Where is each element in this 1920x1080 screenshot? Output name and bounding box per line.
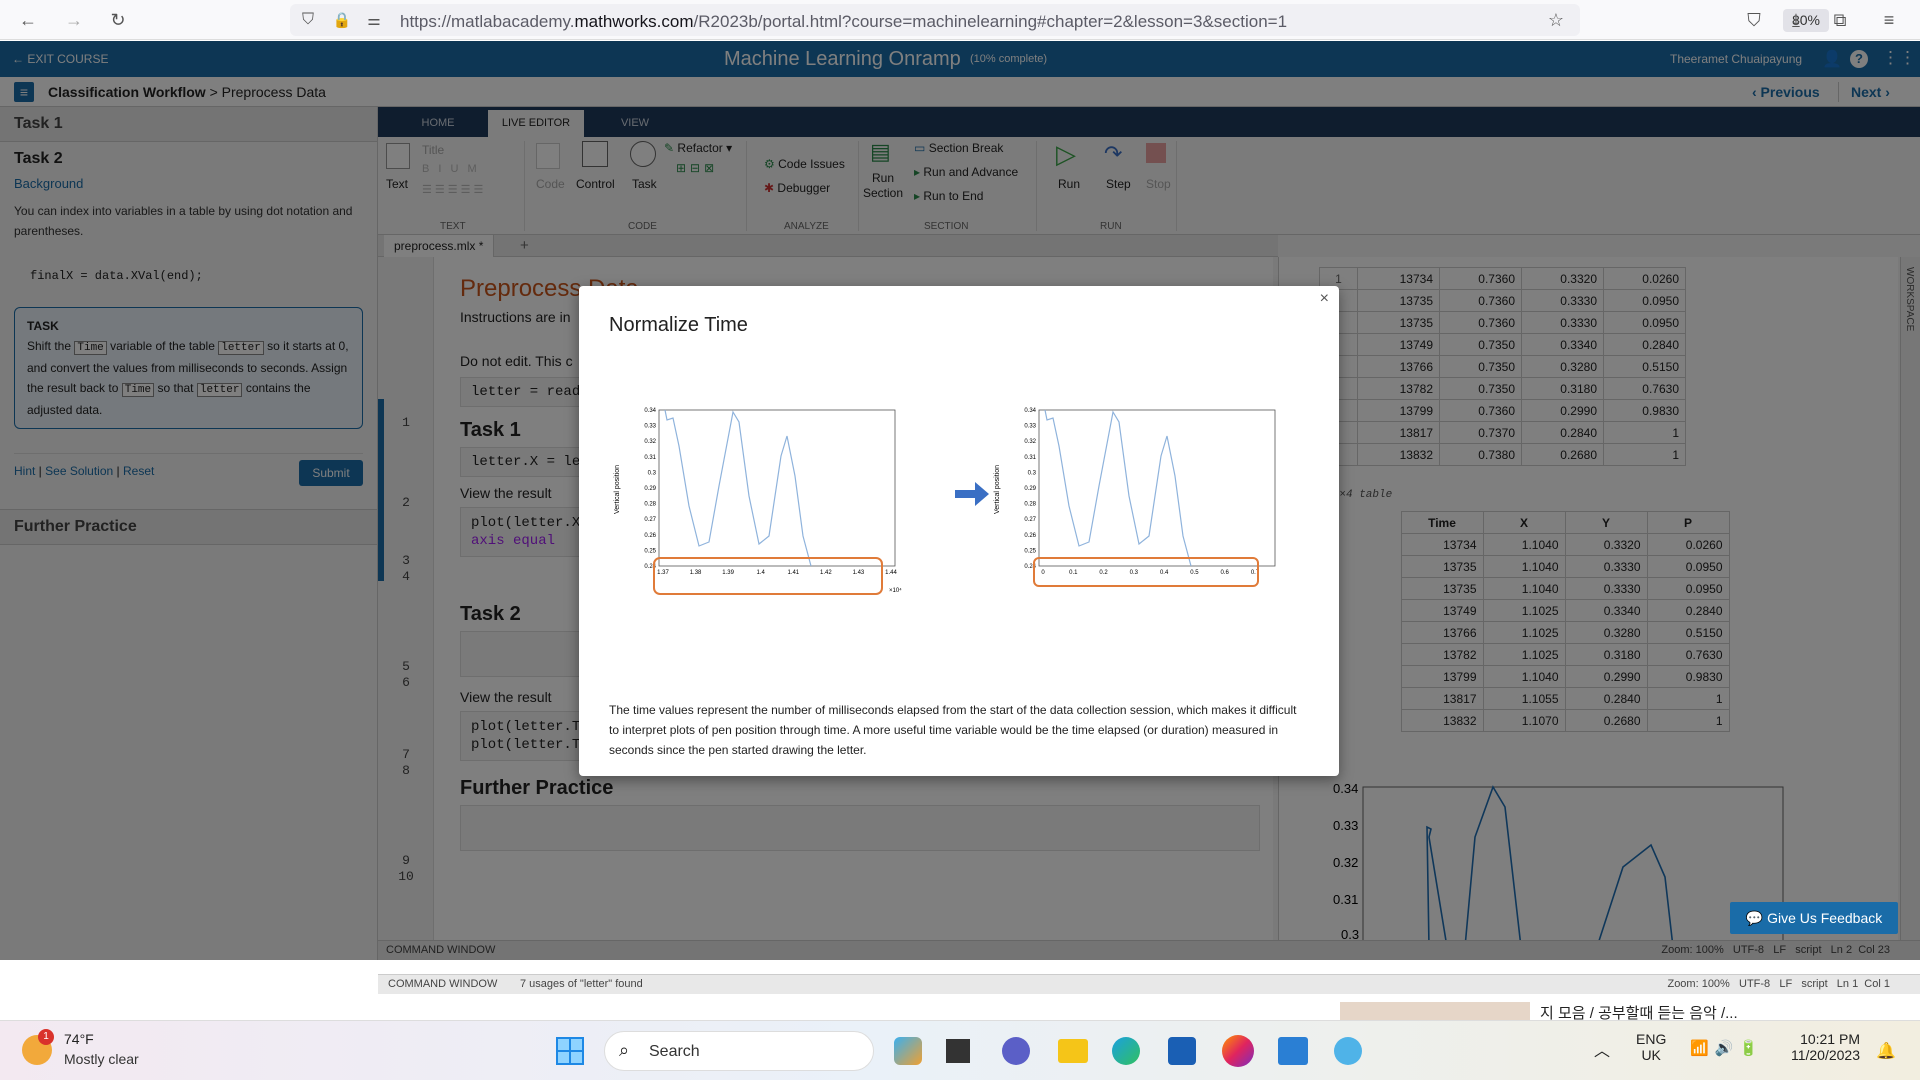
status-bar-2: COMMAND WINDOW 7 usages of "letter" foun… — [378, 974, 1920, 994]
language-indicator[interactable]: ENG UK — [1636, 1031, 1666, 1063]
before-after-figure: Vertical position 0.34 0.33 0.32 0.31 0.3 0.2… — [614, 408, 1276, 595]
plot-before-exponent: ×10⁴ — [889, 587, 902, 594]
forward-icon[interactable]: → — [60, 6, 88, 34]
axis-tick-label: 0.26 — [644, 533, 656, 539]
axis-tick-label: 0.6 — [1221, 570, 1230, 576]
axis-tick-label: 1.39 — [722, 570, 734, 576]
axis-tick-label: 0.4 — [1160, 570, 1169, 576]
media-thumbnail[interactable] — [1340, 1002, 1530, 1020]
axis-tick-label: 0.27 — [644, 517, 656, 523]
axis-tick-label: 0.33 — [1024, 424, 1036, 430]
store-icon[interactable] — [1168, 1037, 1196, 1065]
axis-tick-label: 0.2 — [1099, 570, 1108, 576]
search-icon: ⌕ — [619, 1040, 630, 1060]
axis-tick-label: 0.34 — [1024, 408, 1036, 414]
address-bar[interactable]: ⛉ 🔒 ⚌ https://matlabacademy.mathworks.co… — [290, 4, 1829, 36]
windows-taskbar: 1 74°F Mostly clear ⌕ Search ︿ ENG UK 📶🔊🔋… — [0, 1020, 1920, 1080]
weather-desc[interactable]: Mostly clear — [64, 1051, 139, 1067]
axis-tick-label: 0.25 — [644, 548, 656, 554]
lower-window-strip: COMMAND WINDOW 7 usages of "letter" foun… — [0, 960, 1920, 1022]
downloads-icon[interactable]: ⤓ — [1782, 6, 1810, 34]
chat-icon: 💬 — [1745, 910, 1764, 926]
copilot-icon[interactable] — [894, 1037, 922, 1065]
permissions-icon[interactable]: ⚌ — [360, 6, 388, 34]
axis-tick-label: 0 — [1041, 570, 1045, 576]
axis-tick-label: 0.32 — [644, 439, 656, 445]
axis-tick-label: 1.4 — [757, 570, 766, 576]
plot-after: Vertical position 0.34 0.33 0.32 0.31 0.3 0.2… — [994, 408, 1276, 587]
chevron-up-icon[interactable]: ︿ — [1594, 1037, 1610, 1061]
axis-tick-label: 0.1 — [1069, 570, 1078, 576]
close-icon[interactable]: × — [1320, 290, 1329, 308]
give-feedback-button[interactable]: 💬 Give Us Feedback — [1730, 902, 1898, 934]
status-info-2: Zoom: 100% UTF-8 LF script Ln 1 Col 1 — [1667, 978, 1890, 990]
axis-tick-label: 0.5 — [1190, 570, 1199, 576]
axis-tick-label: 0.31 — [644, 455, 656, 461]
axis-tick-label: 0.34 — [644, 408, 656, 414]
axis-tick-label: 0.31 — [1024, 455, 1036, 461]
axis-tick-label: 0.3 — [1028, 470, 1037, 476]
firefox-icon[interactable] — [1222, 1035, 1254, 1067]
windows-start-icon[interactable] — [556, 1037, 584, 1065]
modal-description: The time values represent the number of … — [609, 703, 1297, 757]
axis-tick-label: 1.38 — [690, 570, 702, 576]
plot-after-axes — [1038, 409, 1276, 567]
modal-title: Normalize Time — [609, 314, 748, 336]
menu-icon[interactable]: ≡ — [1875, 6, 1903, 34]
axis-tick-label: 0.3 — [1130, 570, 1139, 576]
media-player-icon[interactable] — [1278, 1037, 1308, 1065]
bell-icon[interactable]: 🔔 — [1876, 1041, 1896, 1061]
notification-badge: 1 — [38, 1029, 54, 1045]
axis-tick-label: 0.32 — [1024, 439, 1036, 445]
extensions-icon[interactable]: ⧉ — [1826, 6, 1854, 34]
plot-before-axes — [658, 409, 896, 567]
axis-tick-label: 1.42 — [820, 570, 832, 576]
bookmark-star-icon[interactable]: ☆ — [1542, 6, 1570, 34]
shield-icon[interactable]: ⛉ — [294, 6, 322, 34]
reload-icon[interactable]: ↻ — [104, 6, 132, 34]
edge-icon[interactable] — [1112, 1037, 1140, 1065]
teams-icon[interactable] — [1002, 1037, 1030, 1065]
axis-tick-label: 0.3 — [648, 470, 657, 476]
browser-toolbar: ← → ↻ ⛉ 🔒 ⚌ https://matlabacademy.mathwo… — [0, 0, 1920, 40]
normalize-time-modal: × Normalize Time Vertical position 0.34 0… — [579, 286, 1339, 776]
lock-icon[interactable]: 🔒 — [328, 6, 356, 34]
usages-text: 7 usages of "letter" found — [520, 978, 643, 990]
system-tray-icons[interactable]: 📶🔊🔋 — [1690, 1039, 1764, 1057]
url-text[interactable]: https://matlabacademy.mathworks.com/R202… — [400, 12, 1287, 32]
axis-tick-label: 0.27 — [1024, 517, 1036, 523]
back-icon[interactable]: ← — [14, 6, 42, 34]
plot-before: Vertical position 0.34 0.33 0.32 0.31 0.3 0.2… — [614, 408, 902, 595]
pocket-icon[interactable]: ⛉ — [1740, 6, 1768, 34]
plot-before-ylabel: Vertical position — [614, 465, 621, 514]
axis-tick-label: 0.33 — [644, 424, 656, 430]
axis-tick-label: 1.44 — [885, 570, 897, 576]
axis-tick-label: 1.41 — [787, 570, 799, 576]
axis-tick-label: 0.29 — [1024, 486, 1036, 492]
axis-tick-label: 0.28 — [1024, 502, 1036, 508]
plot-after-ylabel: Vertical position — [994, 465, 1001, 514]
search-placeholder: Search — [649, 1043, 700, 1060]
right-arrow-icon — [955, 482, 989, 506]
clock[interactable]: 10:21 PM 11/20/2023 — [1780, 1031, 1860, 1063]
axis-tick-label: 0.28 — [644, 502, 656, 508]
axis-tick-label: 0.26 — [1024, 533, 1036, 539]
taskbar-search[interactable]: ⌕ Search — [604, 1031, 874, 1071]
axis-tick-label: 0.25 — [1024, 548, 1036, 554]
axis-tick-label: 1.37 — [657, 570, 669, 576]
axis-tick-label: 1.43 — [853, 570, 865, 576]
command-window-tab-2[interactable]: COMMAND WINDOW — [388, 978, 497, 990]
weather-temp[interactable]: 74°F — [64, 1031, 94, 1047]
axis-tick-label: 0.29 — [644, 486, 656, 492]
app-icon-2[interactable] — [1334, 1037, 1362, 1065]
file-explorer-icon[interactable] — [1058, 1039, 1088, 1063]
app-icon[interactable] — [946, 1039, 970, 1063]
